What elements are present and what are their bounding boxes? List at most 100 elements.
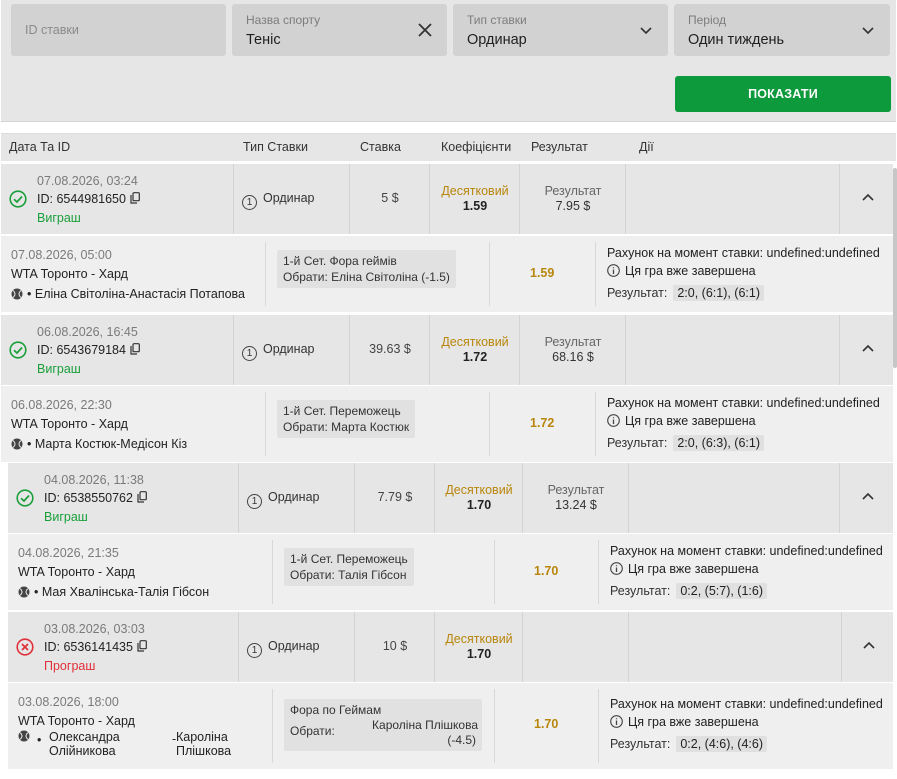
- coef-type: Десятковий: [445, 632, 513, 646]
- account-at-bet: Рахунок на момент ставки: undefined:unde…: [610, 697, 883, 711]
- divider: [265, 242, 266, 306]
- pick-label: Обрати:: [290, 724, 335, 738]
- tennis-ball-icon: [18, 730, 30, 742]
- bet-date: 04.08.2026, 11:38: [44, 473, 144, 487]
- game-finished: Ця гра вже завершена: [610, 715, 759, 729]
- clear-icon[interactable]: [417, 22, 433, 38]
- divider: [598, 689, 599, 763]
- game-finished: Ця гра вже завершена: [610, 562, 759, 576]
- copy-icon[interactable]: [130, 343, 140, 355]
- score-line: Результат: 0:2, (5:7), (1:6): [610, 583, 768, 599]
- bet-type-cell: 1 Ординар: [234, 315, 350, 385]
- bet-stake-cell: 7.79 $: [355, 463, 435, 533]
- player-1-line-1: Олександра: [49, 730, 120, 744]
- bet-date-cell: 03.08.2026, 03:03 ID: 6536141435 Програш: [8, 612, 239, 682]
- game-finished: Ця гра вже завершена: [607, 414, 756, 428]
- bet-stake: 39.63 $: [369, 342, 411, 356]
- bet-coef-cell: Десятковий 1.70: [435, 463, 523, 533]
- sport-select[interactable]: Назва спорту Теніс: [232, 4, 447, 56]
- bet-outcome: Виграш: [37, 362, 81, 376]
- coef-value: 1.72: [462, 350, 488, 364]
- market-pick: Обрати: Еліна Світоліна (-1.5): [283, 270, 450, 284]
- bet-type: 1 Ординар: [247, 490, 319, 509]
- bet-id: ID: 6538550762: [44, 491, 147, 505]
- bet-row[interactable]: 03.08.2026, 03:03 ID: 6536141435 Програш…: [8, 612, 893, 682]
- period-value: Один тиждень: [688, 32, 785, 48]
- header-stake: Ставка: [360, 140, 401, 154]
- chevron-up-icon[interactable]: [861, 192, 875, 202]
- player-1-line-2: Олійникова: [49, 744, 116, 758]
- copy-icon[interactable]: [137, 491, 147, 503]
- bet-details: 04.08.2026, 21:35 WTA Торонто - Хард • М…: [8, 534, 893, 610]
- info-icon: [610, 715, 623, 728]
- bet-actions-cell: [629, 612, 842, 682]
- detail-coef: 1.72: [530, 416, 555, 430]
- chevron-up-icon[interactable]: [861, 491, 875, 501]
- bet-type-text: Ординар: [268, 639, 320, 653]
- match: • Еліна Світоліна-Анастасія Потапова: [11, 287, 245, 301]
- sport-label: Назва спорту: [246, 13, 321, 27]
- divider: [494, 540, 495, 604]
- bet-details: 03.08.2026, 18:00 WTA Торонто - Хард • О…: [8, 683, 893, 769]
- chevron-down-icon: [640, 27, 652, 35]
- detail-coef: 1.59: [530, 266, 555, 280]
- divider: [272, 540, 273, 604]
- bet-actions-cell: [626, 315, 840, 385]
- chevron-up-icon[interactable]: [861, 343, 875, 353]
- match: • Мая Хвалінська-Талія Гібсон: [18, 585, 209, 599]
- score-value: 0:2, (5:7), (1:6): [676, 583, 768, 599]
- show-button[interactable]: ПОКАЗАТИ: [675, 76, 891, 112]
- pick-value-line-1: Кароліна Плішкова: [372, 718, 478, 732]
- x-circle-icon: [16, 638, 34, 656]
- bet-type: 1 Ординар: [242, 342, 314, 361]
- copy-icon[interactable]: [137, 640, 147, 652]
- bet-coef-cell: Десятковий 1.59: [430, 164, 520, 234]
- info-icon: [607, 264, 620, 277]
- coef-value: 1.70: [466, 647, 492, 661]
- bet-id-placeholder: ID ставки: [25, 23, 79, 37]
- chevron-up-icon[interactable]: [862, 640, 876, 650]
- filter-panel: ID ставки Назва спорту Теніс Тип ставки …: [1, 0, 896, 122]
- score-value: 2:0, (6:1), (6:1): [673, 285, 765, 301]
- bet-row[interactable]: 04.08.2026, 11:38 ID: 6538550762 Виграш …: [8, 463, 893, 533]
- bet-id-text: ID: 6538550762: [44, 491, 133, 505]
- bet-type: 1 Ординар: [242, 191, 314, 210]
- score-label: Результат:: [610, 737, 671, 751]
- market-name: Фора по Геймам: [290, 703, 382, 717]
- market: Фора по Геймам Обрати: Кароліна Плішкова…: [284, 699, 482, 751]
- bet-date: 06.08.2026, 16:45: [37, 325, 138, 339]
- tournament: WTA Торонто - Хард: [18, 565, 135, 579]
- check-circle-icon: [16, 489, 34, 507]
- market-name: 1-й Сет. Переможець: [290, 552, 408, 566]
- bet-type-label: Тип ставки: [467, 13, 527, 27]
- score-label: Результат:: [607, 436, 668, 450]
- bet-type-text: Ординар: [263, 342, 315, 356]
- divider: [595, 242, 596, 306]
- header-date-id: Дата Та ID: [9, 140, 71, 154]
- copy-icon[interactable]: [130, 192, 140, 204]
- bet-id-text: ID: 6544981650: [37, 192, 126, 206]
- bet-id-input[interactable]: ID ставки: [11, 4, 226, 56]
- match-text: Мая Хвалінська-Талія Гібсон: [41, 585, 210, 599]
- bet-stake-cell: 39.63 $: [350, 315, 430, 385]
- bet-coef-cell: Десятковий 1.70: [435, 612, 523, 682]
- player-2-line-2: Плішкова: [176, 744, 232, 758]
- result-label: Результат: [547, 483, 605, 497]
- game-finished: Ця гра вже завершена: [607, 264, 756, 278]
- bet-row[interactable]: 06.08.2026, 16:45 ID: 6543679184 Виграш …: [1, 315, 893, 385]
- score-value: 2:0, (6:3), (6:1): [673, 435, 765, 451]
- bet-actions-cell: [626, 164, 840, 234]
- event-date: 03.08.2026, 18:00: [18, 695, 119, 709]
- bet-type-select[interactable]: Тип ставки Ординар: [453, 4, 668, 56]
- score-line: Результат: 2:0, (6:1), (6:1): [607, 285, 765, 301]
- scrollbar[interactable]: [893, 168, 897, 368]
- bullet: •: [37, 733, 42, 747]
- coef-type: Десятковий: [445, 483, 513, 497]
- bet-date-cell: 07.08.2026, 03:24 ID: 6544981650 Виграш: [1, 164, 234, 234]
- period-select[interactable]: Період Один тиждень: [674, 4, 890, 56]
- bet-details: 06.08.2026, 22:30 WTA Торонто - Хард • М…: [1, 386, 893, 462]
- bet-row[interactable]: 07.08.2026, 03:24 ID: 6544981650 Виграш …: [1, 164, 893, 234]
- bet-type-cell: 1 Ординар: [234, 164, 350, 234]
- bet-type-number: 1: [247, 643, 262, 658]
- tournament: WTA Торонто - Хард: [11, 417, 128, 431]
